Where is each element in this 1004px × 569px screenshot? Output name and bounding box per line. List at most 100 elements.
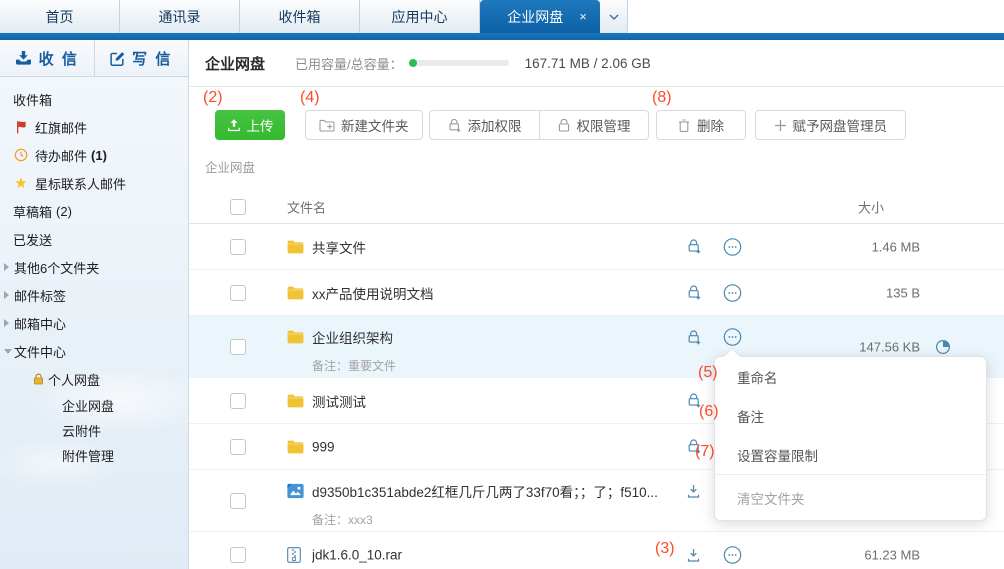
menu-item-set-quota[interactable]: 设置容量限制 [715,435,986,474]
tab-enterprise-drive[interactable]: 企业网盘 × [480,0,600,33]
context-menu: 重命名 备注 设置容量限制 清空文件夹 [714,347,987,521]
sidebar-item-cloud-attachments[interactable]: 云附件 [0,418,188,443]
row-add-permission-icon[interactable] [684,328,703,347]
delete-label: 删除 [697,119,724,134]
permission-mgmt-button[interactable]: 权限管理 [538,110,649,140]
table-row[interactable]: 共享文件 1.46 MB [189,224,1004,270]
nav-label: 其他6个文件夹 [14,260,100,276]
row-more-icon[interactable] [723,545,742,564]
row-more-icon[interactable] [723,283,742,302]
folder-icon [287,240,304,254]
menu-item-label: 重命名 [737,370,778,386]
chevron-right-icon[interactable] [4,263,9,271]
file-name[interactable]: 共享文件 [312,237,366,257]
file-name[interactable]: d9350b1c351abde2红框几斤几两了33f70看；；了；f510... [312,481,658,501]
add-permission-button[interactable]: 添加权限 [428,110,540,140]
sidebar-item-sent[interactable]: 已发送 [0,225,188,253]
sidebar-item-mailbox-center[interactable]: 邮箱中心 [0,309,188,337]
row-checkbox[interactable] [230,284,246,301]
lock-plus-icon [448,118,460,132]
file-size: 135 B [886,285,920,300]
row-checkbox[interactable] [230,338,246,355]
lock-icon [33,373,44,385]
row-more-icon[interactable] [723,328,742,347]
image-file-icon [287,483,304,499]
file-size: 1.46 MB [871,239,920,254]
receive-mail-icon [15,51,31,65]
main-panel: 企业网盘 已用容量/总容量： 167.71 MB / 2.06 GB 上传 新建… [189,40,1004,569]
nav-label: 星标联系人邮件 [35,176,127,192]
sidebar-item-starred-contacts[interactable]: ★ 星标联系人邮件 [0,169,188,197]
sidebar-item-inbox[interactable]: 收件箱 [0,85,188,113]
compose-icon [110,51,125,66]
sidebar-item-flagged[interactable]: 红旗邮件 [0,113,188,141]
row-checkbox[interactable] [230,492,246,509]
sidebar-item-drafts[interactable]: 草稿箱 (2) [0,197,188,225]
select-all-checkbox[interactable] [230,198,246,215]
table-row[interactable]: jdk1.6.0_10.rar 61.23 MB [189,532,1004,569]
nav-label: 邮件标签 [14,288,67,304]
sidebar-item-personal-drive[interactable]: 个人网盘 [0,365,188,393]
row-checkbox[interactable] [230,546,246,563]
tab-label: 通讯录 [158,8,201,25]
delete-button[interactable]: 删除 [655,110,746,140]
quota-pie-icon[interactable] [935,339,951,355]
file-size: 61.23 MB [864,547,920,562]
chevron-right-icon[interactable] [4,291,9,299]
menu-item-empty-folder[interactable]: 清空文件夹 [715,474,986,520]
tabbar-spacer [628,0,1004,33]
row-add-permission-icon[interactable] [684,237,703,256]
folder-icon [287,440,304,454]
tab-label: 企业网盘 [507,8,564,25]
chevron-down-icon [609,14,618,20]
row-download-icon[interactable] [684,482,703,501]
tab-label: 收件箱 [278,8,321,25]
menu-item-rename[interactable]: 重命名 [715,357,986,396]
sidebar-item-enterprise-drive[interactable]: 企业网盘 [0,393,188,418]
close-icon[interactable]: × [579,9,587,24]
grant-admin-button[interactable]: 赋予网盘管理员 [754,110,906,140]
tab-app-center[interactable]: 应用中心 [360,0,480,33]
permission-mgmt-label: 权限管理 [576,119,631,134]
tab-label: 首页 [45,8,74,25]
sidebar-item-file-center[interactable]: 文件中心 [0,337,188,365]
sidebar-item-mail-tags[interactable]: 邮件标签 [0,281,188,309]
trash-icon [679,118,689,132]
file-name[interactable]: xx产品使用说明文档 [312,283,434,303]
column-header-name: 文件名 [287,200,327,215]
tab-inbox[interactable]: 收件箱 [240,0,360,33]
row-checkbox[interactable] [230,392,246,409]
sidebar-item-other-folders[interactable]: 其他6个文件夹 [0,253,188,281]
compose-mail-label: 写 信 [132,50,173,68]
file-name[interactable]: 企业组织架构 [312,327,393,347]
upload-button[interactable]: 上传 [215,110,285,140]
chevron-right-icon[interactable] [4,319,9,327]
file-name[interactable]: 测试测试 [312,391,366,411]
sidebar-item-attachment-mgmt[interactable]: 附件管理 [0,443,188,468]
progress-used-dot [408,59,417,67]
compose-mail-button[interactable]: 写 信 [95,40,189,76]
file-name[interactable]: jdk1.6.0_10.rar [312,547,402,562]
sidebar-item-todo[interactable]: 待办邮件 (1) [0,141,188,169]
flag-icon [13,120,29,134]
menu-item-note[interactable]: 备注 [715,396,986,435]
tab-list-dropdown[interactable] [600,0,628,33]
row-download-icon[interactable] [684,545,703,564]
row-add-permission-icon[interactable] [684,283,703,302]
row-checkbox[interactable] [230,238,246,255]
sidebar-nav: 收件箱 红旗邮件 待办邮件 (1) ★ 星标联系人邮件 草稿箱 (2) 已发送 … [0,77,188,468]
breadcrumb[interactable]: 企业网盘 [205,157,1004,175]
receive-mail-button[interactable]: 收 信 [0,40,95,76]
tab-contacts[interactable]: 通讯录 [120,0,240,33]
nav-label: 企业网盘 [62,399,115,414]
callout-5: (5) [698,364,718,381]
chevron-down-icon[interactable] [4,349,12,354]
tab-home[interactable]: 首页 [0,0,120,33]
new-folder-button[interactable]: 新建文件夹 [305,110,423,140]
capacity-label: 已用容量/总容量： [295,56,403,72]
file-name[interactable]: 999 [312,439,335,454]
table-row[interactable]: xx产品使用说明文档 135 B [189,270,1004,316]
row-checkbox[interactable] [230,438,246,455]
row-more-icon[interactable] [723,237,742,256]
folder-icon [287,286,304,300]
